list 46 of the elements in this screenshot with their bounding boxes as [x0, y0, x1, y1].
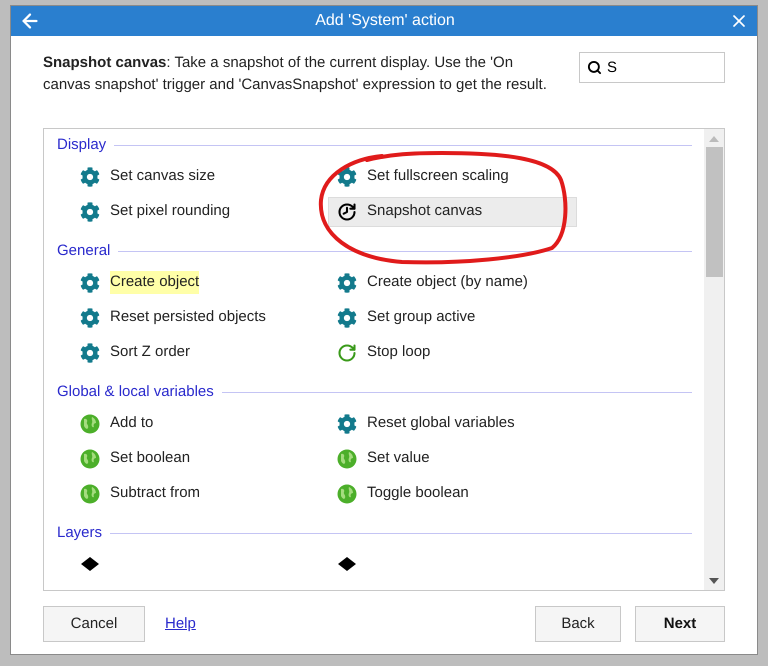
action-item[interactable]: Set value [328, 444, 435, 474]
action-item[interactable]: Set canvas size [71, 162, 220, 192]
gear-icon [80, 202, 100, 222]
gear-icon [337, 166, 357, 186]
section-heading: Global & local variables [57, 382, 214, 402]
globe-icon [80, 484, 100, 504]
gear-icon [80, 272, 100, 292]
scrollbar[interactable] [704, 129, 724, 590]
help-link[interactable]: Help [165, 612, 196, 636]
gear-icon [337, 308, 357, 328]
section-heading: General [57, 240, 110, 261]
window-title: Add 'System' action [314, 11, 456, 31]
action-item[interactable]: Set boolean [71, 444, 196, 474]
action-item[interactable]: Subtract from [71, 478, 206, 508]
action-item[interactable]: Set fullscreen scaling [328, 162, 514, 192]
cancel-button[interactable]: Cancel [43, 606, 145, 642]
action-item[interactable]: Set pixel rounding [71, 196, 236, 226]
next-button[interactable]: Next [635, 606, 725, 642]
clock-icon [337, 202, 357, 222]
gear-icon [80, 342, 100, 362]
search-icon [587, 60, 602, 75]
gear-icon [337, 414, 357, 434]
action-item[interactable]: Add to [71, 408, 158, 438]
back-button[interactable]: Back [535, 606, 621, 642]
globe-icon [80, 414, 100, 434]
scroll-thumb[interactable] [706, 147, 722, 277]
gear-icon [337, 272, 357, 292]
globe-icon [80, 448, 100, 468]
globe-icon [337, 484, 357, 504]
action-item[interactable]: Reset global variables [328, 408, 520, 438]
action-item[interactable]: Create object (by name) [328, 268, 533, 298]
action-item[interactable]: Snapshot canvas [328, 196, 577, 226]
action-description: Snapshot canvas: Take a snapshot of the current display. Use the 'On canvas snapshot' trigger and 'CanvasSnapshot' expression to get the result. [43, 53, 548, 95]
action-item[interactable]: Toggle boolean [328, 478, 474, 508]
gear-icon [80, 166, 100, 186]
action-item[interactable]: Stop loop [328, 338, 436, 368]
action-item[interactable]: Reset persisted objects [71, 302, 271, 332]
section-heading: Layers [57, 522, 102, 543]
scroll-down-icon[interactable] [709, 578, 719, 584]
action-item[interactable]: Sort Z order [71, 338, 196, 368]
gear-icon [80, 308, 100, 328]
loop-icon [337, 342, 357, 362]
globe-icon [337, 448, 357, 468]
section-heading: Display [57, 134, 106, 155]
search-field[interactable]: S [579, 52, 725, 83]
action-item[interactable]: Set group active [328, 302, 480, 332]
